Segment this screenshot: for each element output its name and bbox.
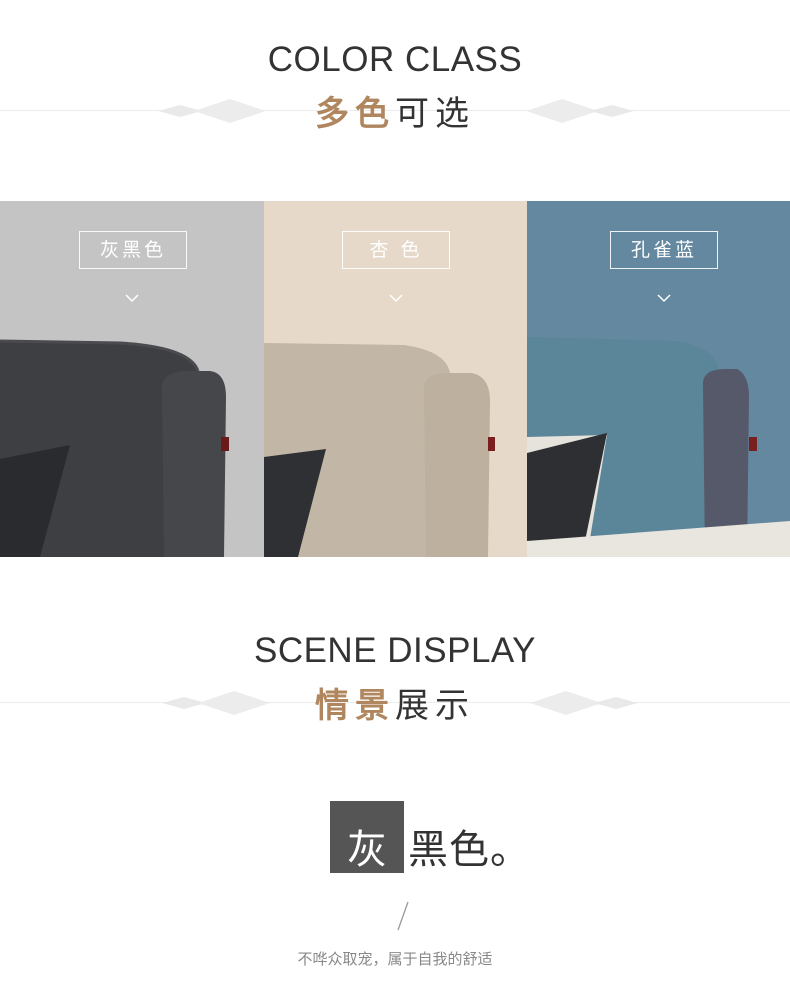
swatch-panel-peacock-blue[interactable]: 孔雀蓝: [527, 201, 790, 557]
color-class-title: COLOR CLASS: [267, 40, 523, 79]
scene-tagline: 不哗众取宠，属于自我的舒适: [297, 950, 493, 968]
scene-caption: 灰 黑色。: [0, 801, 790, 873]
scene-boxed-char: 灰: [330, 801, 404, 873]
swatch-panel-apricot[interactable]: 杏 色: [264, 201, 527, 557]
scene-display-title: SCENE DISPLAY: [253, 631, 537, 670]
chevron-down-icon: [389, 294, 403, 303]
chevron-down-icon: [657, 294, 671, 303]
subtitle-rest: 展示: [395, 686, 475, 726]
scene-caption-rest: 黑色。: [408, 827, 531, 873]
swatch-label: 杏 色: [342, 231, 450, 269]
swatch-label: 灰黑色: [79, 231, 187, 269]
chevron-down-icon: [125, 294, 139, 303]
scene-display-subtitle: 情景展示: [0, 678, 790, 727]
color-class-subtitle: 多色可选: [0, 86, 790, 135]
color-swatch-panels: 灰黑色 杏 色 孔雀蓝: [0, 201, 790, 557]
subtitle-rest: 可选: [395, 94, 475, 134]
swatch-panel-dark-gray[interactable]: 灰黑色: [0, 201, 264, 557]
subtitle-accent: 多色: [315, 94, 395, 134]
subtitle-accent: 情景: [315, 686, 395, 726]
slash-divider-icon: [397, 901, 409, 931]
swatch-label: 孔雀蓝: [610, 231, 718, 269]
